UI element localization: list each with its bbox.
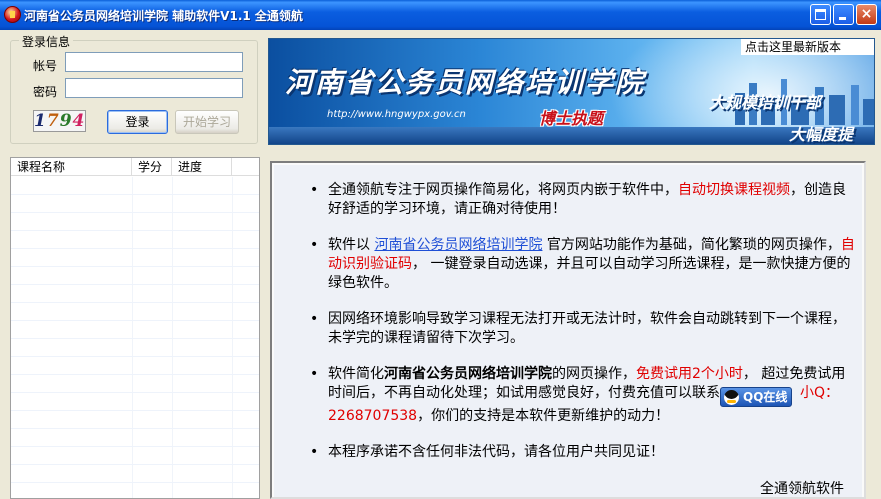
maximize-button[interactable] bbox=[810, 4, 831, 25]
captcha-char: 7 bbox=[46, 111, 60, 131]
app-logo-icon bbox=[4, 6, 21, 23]
close-button[interactable]: × bbox=[856, 4, 877, 25]
column-progress[interactable]: 进度 bbox=[172, 158, 232, 176]
info-text: 因网络环境影响导致学习课程无法打开或无法计时，软件会自动跳转到下一个课程，未学完… bbox=[328, 311, 846, 346]
right-edge-strip bbox=[866, 161, 881, 499]
table-row[interactable] bbox=[11, 303, 259, 321]
list-item: 因网络环境影响导致学习课程无法打开或无法计时，软件会自动跳转到下一个课程，未学完… bbox=[308, 310, 858, 348]
table-row[interactable] bbox=[11, 267, 259, 285]
banner-ground bbox=[269, 127, 874, 144]
table-row[interactable] bbox=[11, 285, 259, 303]
qq-online-button[interactable]: QQ在线 bbox=[720, 387, 792, 407]
table-row[interactable] bbox=[11, 429, 259, 447]
info-text: 本程序承诺不含任何非法代码，请各位用户共同见证！ bbox=[328, 444, 664, 460]
site-banner: 河南省公务员网络培训学院 http://www.hngwypx.gov.cn 博… bbox=[268, 38, 875, 145]
table-row[interactable] bbox=[11, 177, 259, 195]
table-row[interactable] bbox=[11, 465, 259, 483]
captcha-char: 1 bbox=[34, 111, 47, 131]
info-text: 的网页操作， bbox=[552, 366, 636, 382]
list-item: 软件以 河南省公务员网络培训学院 官方网站功能作为基础，简化繁琐的网页操作，自动… bbox=[308, 236, 858, 293]
window-title: 河南省公务员网络培训学院 辅助软件V1.1 全通领航 bbox=[24, 9, 303, 23]
list-item: 软件简化河南省公务员网络培训学院的网页操作，免费试用2个小时， 超过免费试用时间… bbox=[308, 365, 858, 426]
course-list[interactable]: 课程名称 学分 进度 bbox=[10, 157, 260, 499]
account-input[interactable] bbox=[65, 52, 243, 72]
login-button[interactable]: 登录 bbox=[107, 110, 168, 134]
info-text: 官方网站功能作为基础，简化繁琐的网页操作， bbox=[542, 237, 841, 253]
highlight-text: 免费试用2个小时 bbox=[636, 366, 743, 382]
signature-text: 全通领航软件 bbox=[760, 481, 844, 497]
highlight-text: 自动切换课程视频 bbox=[678, 182, 790, 198]
official-site-link[interactable]: 河南省公务员网络培训学院 bbox=[374, 237, 542, 253]
maximize-icon bbox=[815, 9, 826, 20]
table-row[interactable] bbox=[11, 447, 259, 465]
start-study-button[interactable]: 开始学习 bbox=[175, 110, 239, 134]
course-list-header: 课程名称 学分 进度 bbox=[11, 158, 259, 176]
minimize-icon bbox=[839, 17, 846, 20]
bold-text: 河南省公务员网络培训学院 bbox=[384, 366, 552, 382]
update-version-link[interactable]: 点击这里最新版本 bbox=[741, 39, 874, 55]
captcha-char: 4 bbox=[72, 111, 86, 131]
table-row[interactable] bbox=[11, 231, 259, 249]
captcha-char: 9 bbox=[59, 111, 73, 131]
info-text: ，你们的支持是本软件更新维护的动力！ bbox=[417, 408, 670, 424]
qq-badge-label: QQ在线 bbox=[743, 390, 788, 404]
minimize-button[interactable] bbox=[833, 4, 854, 25]
info-text: 全通领航专注于网页操作简易化，将网页内嵌于软件中， bbox=[328, 182, 678, 198]
table-row[interactable] bbox=[11, 339, 259, 357]
table-row[interactable] bbox=[11, 213, 259, 231]
captcha-image[interactable]: 1794 bbox=[33, 110, 86, 132]
close-icon: × bbox=[860, 6, 873, 22]
info-text: 软件以 bbox=[328, 237, 375, 253]
table-row[interactable] bbox=[11, 195, 259, 213]
info-bullet-list: 全通领航专注于网页操作简易化，将网页内嵌于软件中，自动切换课程视频，创造良好舒适… bbox=[308, 181, 858, 479]
info-text: 软件简化 bbox=[328, 366, 384, 382]
banner-tagline-2: 大幅度提 bbox=[789, 125, 854, 144]
table-row[interactable] bbox=[11, 393, 259, 411]
column-credit[interactable]: 学分 bbox=[132, 158, 172, 176]
banner-tagline-1: 大规模培训干部 bbox=[709, 93, 822, 112]
table-row[interactable] bbox=[11, 411, 259, 429]
login-legend: 登录信息 bbox=[19, 33, 74, 50]
column-course-name[interactable]: 课程名称 bbox=[11, 158, 132, 176]
account-label: 帐号 bbox=[33, 59, 58, 73]
table-row[interactable] bbox=[11, 249, 259, 267]
password-label: 密码 bbox=[33, 85, 58, 99]
table-row[interactable] bbox=[11, 321, 259, 339]
banner-slogan: 博士执题 bbox=[539, 109, 604, 128]
login-group: 登录信息 帐号 密码 1794 登录 开始学习 bbox=[10, 33, 258, 144]
title-bar[interactable]: 河南省公务员网络培训学院 辅助软件V1.1 全通领航 × bbox=[0, 0, 881, 30]
info-content: 全通领航专注于网页操作简易化，将网页内嵌于软件中，自动切换课程视频，创造良好舒适… bbox=[274, 165, 862, 497]
table-row[interactable] bbox=[11, 357, 259, 375]
info-panel: 全通领航专注于网页操作简易化，将网页内嵌于软件中，自动切换课程视频，创造良好舒适… bbox=[270, 161, 866, 499]
table-row[interactable] bbox=[11, 375, 259, 393]
banner-title: 河南省公务员网络培训学院 bbox=[285, 66, 646, 99]
banner-url: http://www.hngwypx.gov.cn bbox=[327, 109, 466, 120]
qq-penguin-icon bbox=[724, 390, 739, 405]
list-item: 全通领航专注于网页操作简易化，将网页内嵌于软件中，自动切换课程视频，创造良好舒适… bbox=[308, 181, 858, 219]
list-item: 本程序承诺不含任何非法代码，请各位用户共同见证！ bbox=[308, 443, 858, 462]
password-input[interactable] bbox=[65, 78, 243, 98]
